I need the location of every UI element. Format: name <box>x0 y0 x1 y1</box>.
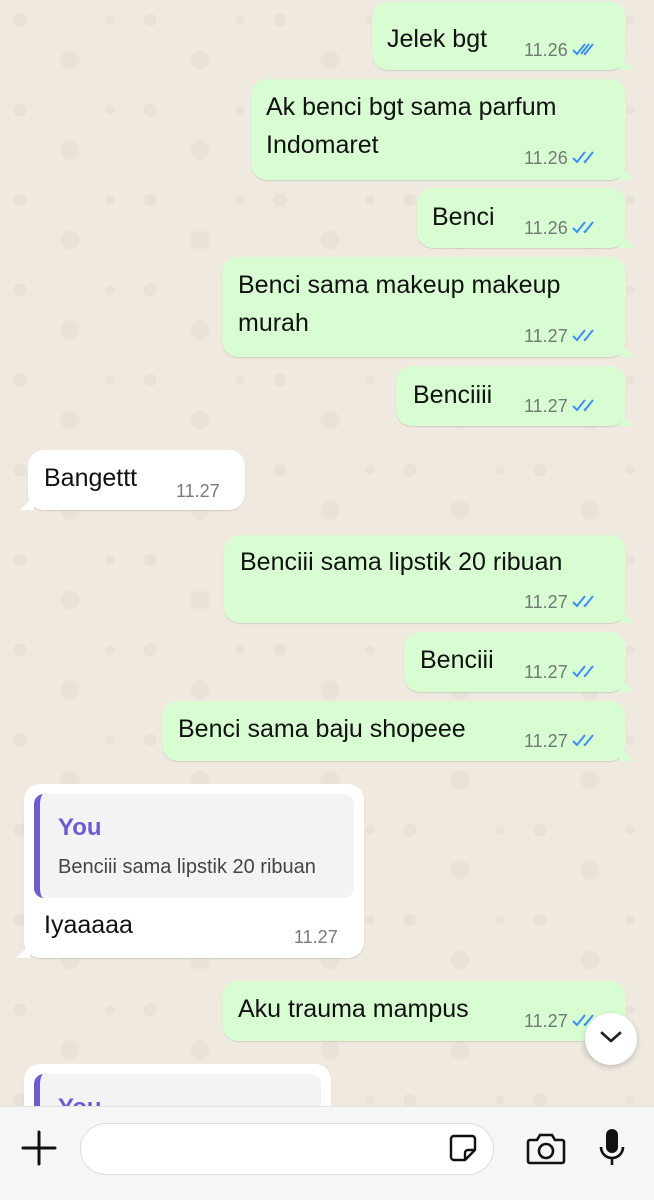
message-text: Benciiii <box>413 381 493 409</box>
quoted-message[interactable]: You Benciii sama lipstik 20 ribuan <box>34 794 354 898</box>
read-ticks-icon <box>572 663 598 679</box>
message-text: Benciii <box>420 646 494 674</box>
message-time: 11.27 <box>524 326 598 347</box>
quoted-author: You <box>58 1094 102 1106</box>
message-text: Benci <box>432 203 495 231</box>
read-ticks-icon <box>572 219 598 235</box>
microphone-button[interactable] <box>592 1127 632 1173</box>
read-ticks-icon <box>572 593 598 609</box>
message-bubble[interactable]: You Benciii sama lipstik 20 ribuan Iyaaa… <box>16 784 364 958</box>
message-text: Iyaaaaa <box>44 911 133 939</box>
message-bubble[interactable]: You <box>24 1064 331 1106</box>
scroll-to-bottom-button[interactable] <box>585 1013 637 1065</box>
message-bubble[interactable]: Ak benci bgt sama parfum Indomaret 11.26 <box>251 79 634 180</box>
message-bubble[interactable]: Benciiii 11.27 <box>396 366 634 426</box>
quoted-message[interactable]: You <box>34 1074 321 1106</box>
message-time: 11.26 <box>524 40 598 61</box>
message-time: 11.27 <box>524 592 598 613</box>
read-ticks-icon <box>572 732 598 748</box>
message-time: 11.27 <box>294 927 338 947</box>
message-time: 11.26 <box>524 148 598 169</box>
message-bubble[interactable]: Benciii 11.27 <box>404 632 634 692</box>
message-time: 11.27 <box>176 481 220 501</box>
chat-area[interactable]: Jelek bgt 11.26 Ak benci bgt sama parfum… <box>0 0 654 1106</box>
message-text: Benciii sama lipstik 20 ribuan <box>240 548 563 576</box>
message-bubble[interactable]: Jelek bgt 11.26 <box>372 2 634 70</box>
message-bubble[interactable]: Benci sama baju shopeee 11.27 <box>162 701 634 761</box>
message-text: Bangettt <box>44 464 138 492</box>
message-bubble[interactable]: Aku trauma mampus 11.27 <box>222 981 634 1041</box>
message-time: 11.27 <box>524 662 598 683</box>
message-input[interactable] <box>80 1123 494 1175</box>
message-bubble[interactable]: Bangettt 11.27 <box>20 450 245 510</box>
read-ticks-icon <box>572 327 598 343</box>
message-text: Benci sama baju shopeee <box>178 715 466 743</box>
quoted-text: Benciii sama lipstik 20 ribuan <box>58 856 316 878</box>
sticker-button[interactable] <box>447 1134 479 1166</box>
read-ticks-icon <box>572 149 598 165</box>
plus-icon <box>21 1130 57 1171</box>
read-ticks-icon <box>572 397 598 413</box>
message-time: 11.26 <box>524 218 598 239</box>
message-bubble[interactable]: Benci sama makeup makeup murah 11.27 <box>222 257 634 357</box>
message-time: 11.27 <box>524 396 598 417</box>
read-ticks-icon <box>572 41 598 57</box>
attach-button[interactable] <box>18 1129 60 1171</box>
camera-button[interactable] <box>524 1129 568 1171</box>
message-bubble[interactable]: Benci 11.26 <box>417 188 634 248</box>
camera-icon <box>526 1131 566 1170</box>
microphone-icon <box>598 1127 626 1174</box>
sticker-icon <box>448 1133 478 1168</box>
message-time: 11.27 <box>524 731 598 752</box>
message-text: Aku trauma mampus <box>238 995 469 1023</box>
chevron-down-icon <box>599 1029 623 1050</box>
composer-bar <box>0 1106 654 1200</box>
quoted-author: You <box>58 814 102 841</box>
message-text: Jelek bgt <box>387 25 488 53</box>
message-bubble[interactable]: Benciii sama lipstik 20 ribuan 11.27 <box>224 535 634 623</box>
